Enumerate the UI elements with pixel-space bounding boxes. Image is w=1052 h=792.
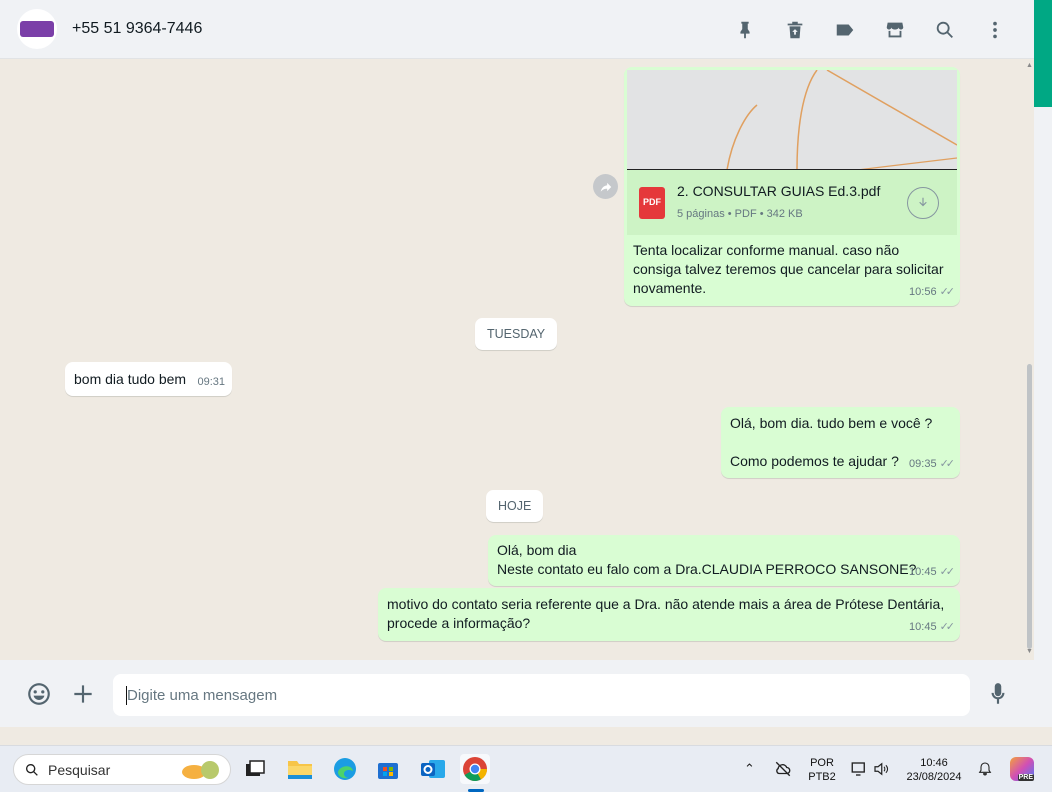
date-separator: HOJE bbox=[486, 490, 544, 522]
message-time: 10:45 bbox=[909, 621, 937, 633]
task-view-icon[interactable] bbox=[240, 754, 270, 784]
download-button[interactable] bbox=[907, 187, 939, 219]
clock-time: 10:46 bbox=[920, 757, 948, 769]
text-caret bbox=[126, 686, 127, 705]
scroll-up-icon[interactable]: ▲ bbox=[1026, 62, 1033, 69]
melon-icon bbox=[182, 761, 219, 779]
outgoing-message[interactable]: Olá, bom dia. tudo bem e você ? Como pod… bbox=[721, 407, 960, 478]
label-icon[interactable] bbox=[820, 10, 870, 50]
double-check-icon: ✓✓ bbox=[939, 458, 956, 470]
chat-header: +55 51 9364-7446 bbox=[0, 0, 1034, 59]
store-icon[interactable] bbox=[870, 10, 920, 50]
message-time: 09:35 bbox=[909, 458, 937, 470]
document-file-row[interactable]: PDF 2. CONSULTAR GUIAS Ed.3.pdf 5 página… bbox=[627, 170, 957, 235]
volume-icon[interactable] bbox=[872, 760, 890, 778]
message-composer bbox=[0, 660, 1034, 727]
message-meta: 10:45 ✓✓ bbox=[909, 618, 956, 637]
message-meta: 10:56 ✓✓ bbox=[909, 283, 956, 302]
copilot-icon[interactable]: PRE bbox=[1010, 757, 1034, 781]
search-label: Pesquisar bbox=[48, 761, 111, 778]
search-icon[interactable] bbox=[920, 10, 970, 50]
microphone-icon[interactable] bbox=[983, 679, 1013, 709]
window-edge bbox=[1034, 107, 1052, 727]
contact-name[interactable]: +55 51 9364-7446 bbox=[72, 20, 202, 38]
keyboard-layout: PTB2 bbox=[808, 771, 836, 783]
message-line: Olá, bom dia. tudo bem e você ? bbox=[730, 415, 933, 431]
chrome-icon[interactable] bbox=[460, 754, 490, 784]
message-line: Neste contato eu falo com a Dra.CLAUDIA … bbox=[497, 561, 917, 577]
double-check-icon: ✓✓ bbox=[939, 566, 956, 578]
chat-scrollbar[interactable] bbox=[1024, 59, 1034, 660]
pdf-icon: PDF bbox=[639, 186, 665, 219]
chat-area[interactable]: PDF 2. CONSULTAR GUIAS Ed.3.pdf 5 página… bbox=[0, 59, 1024, 660]
double-check-icon: ✓✓ bbox=[939, 621, 956, 633]
search-icon bbox=[26, 763, 38, 776]
message-text: bom dia tudo bem bbox=[74, 371, 187, 387]
message-time: 10:45 bbox=[909, 566, 937, 578]
outlook-icon[interactable] bbox=[418, 754, 448, 784]
file-meta: 5 páginas • PDF • 342 KB bbox=[677, 207, 803, 220]
store-app-icon[interactable] bbox=[373, 754, 403, 784]
clock-date: 23/08/2024 bbox=[906, 771, 962, 783]
scrollbar-thumb[interactable] bbox=[1027, 364, 1032, 649]
edge-browser-icon[interactable] bbox=[330, 754, 360, 784]
pin-icon[interactable] bbox=[720, 10, 770, 50]
double-check-icon: ✓✓ bbox=[939, 286, 956, 298]
document-message[interactable]: PDF 2. CONSULTAR GUIAS Ed.3.pdf 5 página… bbox=[624, 67, 960, 306]
attach-plus-icon[interactable] bbox=[68, 679, 98, 709]
clock[interactable]: 10:46 23/08/2024 bbox=[903, 756, 965, 784]
forward-button[interactable] bbox=[593, 174, 618, 199]
cloud-offline-icon[interactable] bbox=[774, 760, 792, 778]
document-preview[interactable] bbox=[627, 70, 957, 170]
message-time: 09:31 bbox=[197, 376, 225, 388]
chevron-up-icon[interactable]: ⌃ bbox=[744, 761, 755, 777]
more-icon[interactable] bbox=[970, 10, 1020, 50]
date-separator: TUESDAY bbox=[475, 318, 558, 350]
document-preview-drawing bbox=[726, 70, 957, 169]
file-explorer-icon[interactable] bbox=[285, 754, 315, 784]
language-indicator[interactable]: POR PTB2 bbox=[806, 756, 838, 784]
message-input[interactable] bbox=[113, 674, 970, 716]
emoji-icon[interactable] bbox=[24, 679, 54, 709]
scroll-down-icon[interactable]: ▼ bbox=[1026, 648, 1033, 655]
download-icon bbox=[919, 197, 927, 207]
message-time: 10:56 bbox=[909, 286, 937, 298]
outgoing-message[interactable]: Olá, bom dia Neste contato eu falo com a… bbox=[488, 535, 960, 586]
orthoclub-logo bbox=[20, 21, 54, 37]
header-actions bbox=[720, 0, 1020, 59]
message-text: motivo do contato seria referente que a … bbox=[387, 596, 945, 631]
window-accent-bar bbox=[1034, 0, 1052, 107]
windows-taskbar: Pesquisar ⌃ POR PTB2 10:46 23/08/2024 PR… bbox=[0, 745, 1052, 792]
language-code: POR bbox=[810, 757, 834, 769]
archive-icon[interactable] bbox=[770, 10, 820, 50]
notification-bell-icon[interactable] bbox=[977, 761, 993, 777]
forward-icon bbox=[600, 182, 611, 192]
message-line: Olá, bom dia bbox=[497, 542, 577, 558]
message-text: Tenta localizar conforme manual. caso nã… bbox=[633, 242, 944, 296]
incoming-message[interactable]: bom dia tudo bem 09:31 bbox=[65, 362, 232, 396]
copilot-badge: PRE bbox=[1017, 774, 1034, 781]
message-meta: 10:45 ✓✓ bbox=[909, 563, 956, 582]
avatar[interactable] bbox=[17, 9, 57, 49]
message-meta: 09:35 ✓✓ bbox=[909, 455, 956, 474]
taskbar-search[interactable]: Pesquisar bbox=[13, 754, 231, 785]
file-name: 2. CONSULTAR GUIAS Ed.3.pdf bbox=[677, 182, 881, 199]
outgoing-message[interactable]: motivo do contato seria referente que a … bbox=[378, 588, 960, 641]
network-icon[interactable] bbox=[850, 760, 868, 778]
